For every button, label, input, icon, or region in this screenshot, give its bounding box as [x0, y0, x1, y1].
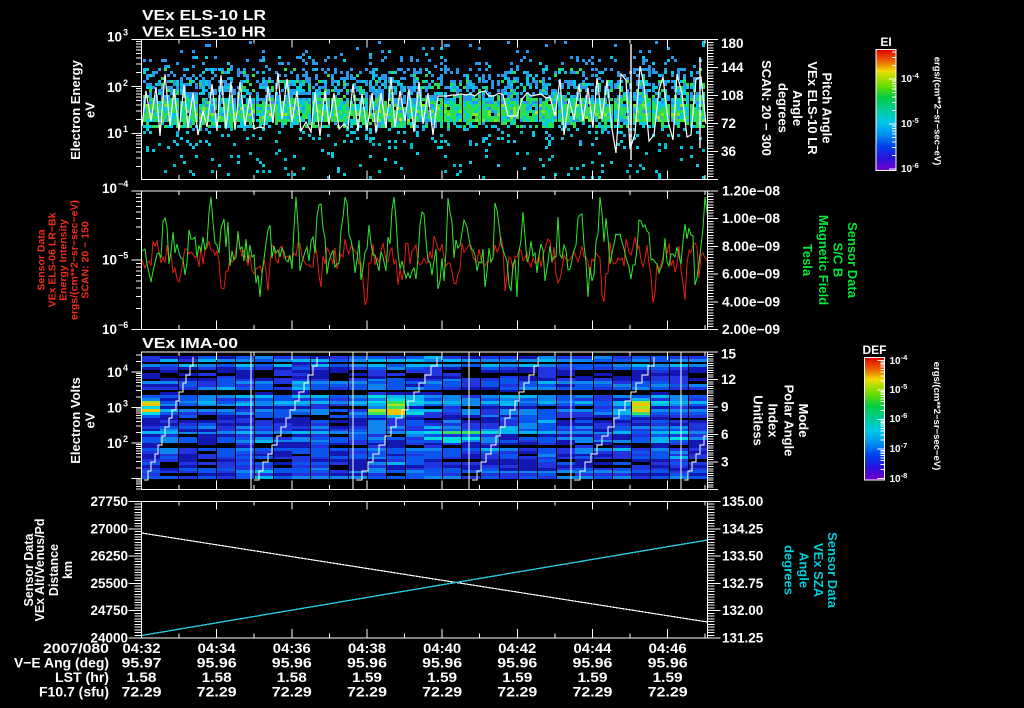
- svg-text:10-6: 10-6: [890, 411, 908, 425]
- svg-text:135.00: 135.00: [722, 494, 763, 509]
- svg-text:10: 10: [107, 401, 122, 416]
- svg-text:10: 10: [102, 181, 117, 196]
- svg-text:Index: Index: [766, 404, 781, 439]
- svg-text:Magnetic Field: Magnetic Field: [816, 215, 831, 305]
- svg-text:10: 10: [102, 322, 117, 337]
- svg-text:10-5: 10-5: [890, 382, 908, 396]
- svg-text:1.20e−08: 1.20e−08: [722, 184, 780, 199]
- svg-text:VEx ELS-10 LR: VEx ELS-10 LR: [142, 7, 266, 24]
- svg-text:72.29: 72.29: [648, 684, 688, 700]
- svg-text:2: 2: [123, 434, 128, 444]
- svg-text:degrees: degrees: [782, 545, 797, 595]
- svg-text:10: 10: [107, 365, 122, 380]
- svg-text:4: 4: [123, 363, 128, 373]
- svg-text:VEx ELS-10 HR: VEx ELS-10 HR: [142, 24, 266, 41]
- svg-text:10-5: 10-5: [901, 116, 919, 130]
- svg-text:Polar Angle: Polar Angle: [782, 385, 797, 457]
- svg-text:3: 3: [123, 399, 128, 409]
- svg-text:Mode: Mode: [796, 404, 811, 438]
- svg-text:72.29: 72.29: [197, 684, 237, 700]
- svg-text:−4: −4: [118, 179, 128, 189]
- svg-text:133.50: 133.50: [722, 549, 763, 564]
- svg-text:1.00e−08: 1.00e−08: [722, 211, 780, 226]
- svg-text:10-4: 10-4: [890, 353, 909, 367]
- svg-text:−5: −5: [118, 251, 128, 261]
- svg-text:144: 144: [721, 60, 744, 75]
- svg-text:72.29: 72.29: [572, 684, 612, 700]
- svg-text:108: 108: [721, 88, 744, 103]
- svg-text:24750: 24750: [90, 603, 128, 618]
- svg-text:10: 10: [107, 126, 122, 141]
- svg-text:9: 9: [721, 400, 729, 415]
- svg-text:131.25: 131.25: [722, 631, 764, 646]
- svg-text:10: 10: [107, 80, 122, 95]
- svg-text:10-8: 10-8: [890, 471, 908, 485]
- svg-text:Tesla: Tesla: [800, 244, 815, 277]
- svg-text:Electron Energy: Electron Energy: [68, 59, 83, 159]
- svg-text:72: 72: [721, 116, 736, 131]
- svg-text:27000: 27000: [90, 521, 128, 536]
- svg-text:VEx SZA: VEx SZA: [811, 543, 826, 598]
- svg-text:ergs/(cm**2−sr−sec−eV): ergs/(cm**2−sr−sec−eV): [932, 57, 943, 166]
- svg-text:Unitless: Unitless: [751, 395, 766, 446]
- svg-text:F10.7 (sfu): F10.7 (sfu): [39, 684, 109, 700]
- svg-text:8.00e−09: 8.00e−09: [722, 239, 780, 254]
- svg-text:180: 180: [721, 36, 744, 51]
- svg-text:3: 3: [123, 28, 128, 38]
- svg-text:2: 2: [123, 78, 128, 88]
- svg-text:36: 36: [721, 144, 737, 159]
- svg-text:degrees: degrees: [775, 83, 790, 133]
- svg-text:134.25: 134.25: [722, 521, 764, 536]
- svg-text:12: 12: [721, 372, 736, 387]
- svg-text:72.29: 72.29: [347, 684, 387, 700]
- svg-text:10-7: 10-7: [890, 441, 908, 455]
- svg-text:ergs/(cm**2−sr−sec−eV): ergs/(cm**2−sr−sec−eV): [931, 362, 942, 471]
- svg-text:DEF: DEF: [863, 343, 887, 357]
- svg-text:SCAN: 20 − 150: SCAN: 20 − 150: [80, 221, 92, 298]
- svg-text:132.00: 132.00: [722, 603, 763, 618]
- svg-text:132.75: 132.75: [722, 576, 764, 591]
- svg-text:10: 10: [107, 436, 122, 451]
- svg-text:Angle: Angle: [797, 552, 812, 588]
- svg-text:72.29: 72.29: [422, 684, 462, 700]
- svg-text:Sensor Data: Sensor Data: [825, 532, 840, 609]
- svg-text:72.29: 72.29: [497, 684, 537, 700]
- svg-text:eV: eV: [83, 102, 98, 118]
- svg-text:VEx ELS-10 LR: VEx ELS-10 LR: [805, 61, 820, 155]
- svg-text:2.00e−09: 2.00e−09: [722, 322, 780, 337]
- svg-text:10: 10: [102, 253, 117, 268]
- svg-text:10-6: 10-6: [901, 161, 919, 175]
- svg-text:10-4: 10-4: [901, 71, 920, 85]
- svg-text:SCAN: 20 − 300: SCAN: 20 − 300: [759, 60, 774, 156]
- svg-text:72.29: 72.29: [122, 684, 162, 700]
- svg-text:10: 10: [107, 30, 122, 45]
- svg-text:3: 3: [721, 455, 729, 470]
- svg-text:Distance: Distance: [47, 544, 61, 596]
- svg-text:4.00e−09: 4.00e−09: [722, 294, 780, 309]
- svg-text:6.00e−09: 6.00e−09: [722, 267, 780, 282]
- svg-text:−6: −6: [118, 320, 128, 330]
- svg-text:25500: 25500: [90, 576, 128, 591]
- svg-text:27750: 27750: [90, 494, 128, 509]
- svg-text:72.29: 72.29: [272, 684, 312, 700]
- svg-text:VEx Alt/Venus/Pd: VEx Alt/Venus/Pd: [33, 518, 47, 621]
- svg-text:Pitch Angle: Pitch Angle: [820, 72, 835, 143]
- svg-text:VEx IMA-00: VEx IMA-00: [142, 335, 238, 352]
- svg-text:26250: 26250: [90, 549, 128, 564]
- svg-text:Sensor Data: Sensor Data: [845, 222, 860, 299]
- svg-text:EI: EI: [880, 35, 891, 49]
- svg-text:km: km: [61, 561, 75, 579]
- svg-text:Angle: Angle: [790, 90, 805, 126]
- svg-text:15: 15: [721, 347, 737, 362]
- svg-text:1: 1: [123, 124, 128, 134]
- svg-text:eV: eV: [83, 412, 98, 428]
- svg-text:6: 6: [721, 427, 729, 442]
- svg-text:Electron Volts: Electron Volts: [68, 377, 83, 463]
- svg-text:S/C B: S/C B: [831, 243, 846, 278]
